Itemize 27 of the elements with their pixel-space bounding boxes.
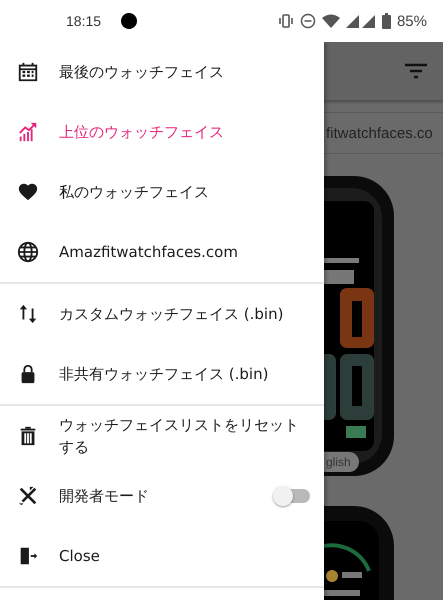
trend-chart-icon xyxy=(17,121,39,143)
swap-arrows-icon xyxy=(17,303,39,325)
menu-item[interactable]: Amazfitwatchfaces.com xyxy=(0,222,324,282)
language-chip: glish xyxy=(324,452,359,472)
tools-icon xyxy=(17,485,39,507)
toggle-row[interactable]: 開発者モード xyxy=(0,466,324,526)
menu-item[interactable]: 非共有ウォッチフェイス (.bin) xyxy=(0,344,324,404)
vibrate-icon xyxy=(278,14,294,28)
calendar-icon xyxy=(17,61,39,83)
battery-percent: 85% xyxy=(396,12,427,30)
do-not-disturb-icon xyxy=(300,13,316,29)
menu-item[interactable]: 上位のウォッチフェイス xyxy=(0,102,324,162)
menu-item[interactable]: カスタムウォッチフェイス (.bin) xyxy=(0,284,324,344)
wifi-icon xyxy=(322,14,340,28)
menu-item[interactable]: ウォッチフェイスリストをリセットする xyxy=(0,406,324,466)
globe-icon xyxy=(17,241,39,263)
signal-icon xyxy=(346,14,376,28)
heart-icon xyxy=(17,181,39,203)
filter-icon[interactable] xyxy=(405,63,427,79)
status-time: 18:15 xyxy=(66,13,102,29)
url-text: fitwatchfaces.co xyxy=(325,124,433,142)
camera-icon xyxy=(121,13,138,29)
battery-icon xyxy=(382,13,391,29)
menu-item[interactable]: Close xyxy=(0,526,324,586)
menu-item[interactable]: 最後のウォッチフェイス xyxy=(0,42,324,102)
toggle-switch[interactable] xyxy=(276,489,310,503)
menu-item[interactable]: 私のウォッチフェイス xyxy=(0,162,324,222)
